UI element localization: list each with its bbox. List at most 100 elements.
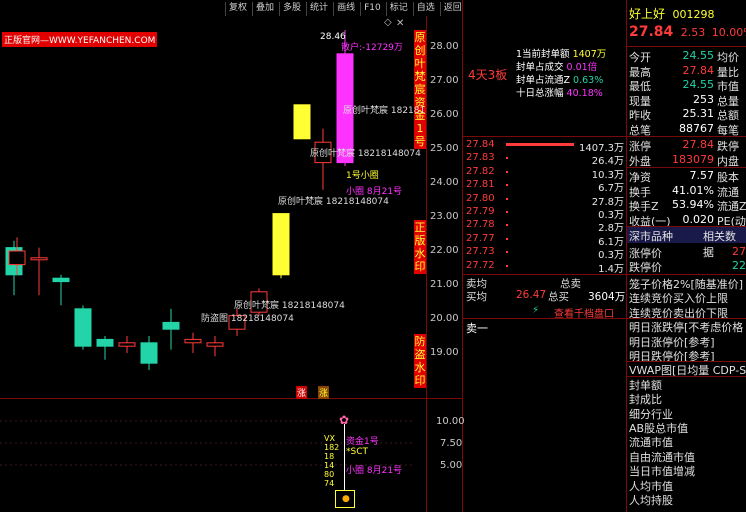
sell-divider [462,318,627,319]
toolbar-fanhui-button[interactable]: 返回 [439,2,465,16]
info-row: 1当前封单额 1407万 [516,49,607,60]
vol-tick: 10.00 [436,416,465,427]
candle-body [96,338,114,347]
price-tick: 21.00 [430,279,459,290]
orderbook-price: 27.73 [466,246,495,258]
quote-label: 换手 [629,185,651,198]
toolbar-tongji-button[interactable]: 统计 [306,2,331,16]
toolbar-fuquan-button[interactable]: 复权 [225,2,250,16]
quote-label: 内盘 [717,154,739,167]
price-pct: 10.00% [711,26,746,39]
candle-body [272,213,290,276]
extra-row-label: 明日涨跌停[不考虑价格 [629,321,744,334]
orderbook-bar [506,211,508,213]
candle-body [118,342,136,347]
candle-body [162,321,180,330]
quote-row: 换手 41.01% 流通 [627,184,746,198]
quote-row: 涨停 27.84 跌停 [627,138,746,152]
toolbar-huaxian-button[interactable]: 画线 [333,2,358,16]
extra-row: 自由流通市值 [627,449,746,463]
quote-label: 最高 [629,65,651,78]
signal-box: ● [335,490,355,508]
quote-row: 现量 253 总量 [627,93,746,107]
extra-row: 明日跌停价[参考] [627,348,746,362]
extra-row: AB股总市值 [627,420,746,434]
quote-row: 最低 24.55 市值 [627,78,746,92]
orderbook-row[interactable]: 27.73 0.3万 [464,246,626,261]
toolbar-diejia-button[interactable]: 叠加 [252,2,277,16]
orderbook-top-divider [462,136,627,137]
signal-line [344,424,345,490]
toolbar-duogu-button[interactable]: 多股 [279,2,304,16]
watermark-text: 原创叶梵宸 18218148074 [278,197,389,207]
orderbook-row[interactable]: 27.82 10.3万 [464,165,626,181]
watermark-text: 防盗图 18218148074 [201,314,294,324]
quote-label: 股本 [717,171,739,183]
orderbook-row[interactable]: 27.78 2.8万 [464,219,626,234]
extra-row: VWAP图[日均量 CDP-ST [627,362,746,376]
orderbook-bottom-divider [462,274,627,275]
quote-divider [626,167,746,168]
extra-row: 人均持股 [627,492,746,506]
extra-row: 笼子价格2%[随基准价] [627,276,746,290]
orderbook-row[interactable]: 27.72 1.4万 [464,260,626,275]
chart-volume-divider [0,398,462,399]
orderbook-bar [506,197,508,200]
quote-label: 外盘 [629,154,651,167]
extra-row: 人均市值 [627,478,746,492]
quote-value: 7.57 [689,169,715,182]
price-tick: 28.00 [430,41,459,52]
quote-label: 跌停 [717,140,739,152]
watermark-text: 原创叶梵宸 182181 [343,106,426,116]
orderbook-volume: 1.4万 [598,263,624,275]
orderbook-bar [506,157,508,160]
quote-label: 收益(一) [629,214,671,227]
extra-row-label: 人均持股 [629,494,673,506]
toolbar-zixuan-button[interactable]: 自选 [412,2,438,16]
orderbook-row[interactable]: 27.80 27.8万 [464,193,626,208]
candle-body [184,338,202,344]
orderbook-row[interactable]: 27.79 0.3万 [464,206,626,221]
orderbook-bar [506,264,508,267]
price-tick: 19.00 [430,347,459,358]
quote-row: 外盘 183079 内盘 [627,153,746,167]
market-tab-left[interactable]: 深市品种 [629,228,673,244]
candlestick-chart [5,30,354,370]
orderbook-price: 27.82 [466,165,495,177]
toolbar-f10-button[interactable]: F10 [360,2,384,16]
quote-value: 53.94% [672,198,714,212]
quote-label: PE(动) [717,214,746,227]
quote-label: 今开 [629,51,651,63]
xiaoquan1-label: 1号小圈 [346,171,379,181]
quote-value: 27.84 [682,63,715,77]
candle-body [8,250,26,266]
extra-row: 流通市值 [627,434,746,448]
quote-value: 0.020 [682,212,715,226]
vol-tick: 5.00 [440,460,463,471]
extra-row: 细分行业 [627,406,746,420]
extra-row: 连续竞价买入价上限 [627,290,746,304]
quote-value: 88767 [679,122,714,135]
orderbook-row[interactable]: 27.81 6.7万 [464,179,626,194]
extra-row-label: 自由流通市值 [629,450,695,463]
sct-label: *SCT [346,447,368,457]
extra-row-label: 人均市值 [629,479,673,492]
info-row: 封单占流通Z 0.63% [516,75,604,86]
signal-icon: ● [342,494,350,504]
zijin-label: 资金1号 [346,437,379,447]
orderbook-row[interactable]: 27.77 6.1万 [464,233,626,248]
quote-divider [626,274,746,275]
orderbook-row[interactable]: 27.84 1407.3万 [464,139,626,154]
orderbook-price: 27.83 [466,152,495,164]
extra-row-label: 流通市值 [629,436,673,449]
orderbook-row[interactable]: 27.83 26.4万 [464,152,626,167]
stock-header: 好上好 001298 [629,5,715,22]
last-price: 27.84 [629,24,674,40]
extra-row: 连续竞价卖出价下限 [627,305,746,319]
price-tick: 25.00 [430,143,459,154]
toolbar-biaoji-button[interactable]: 标记 [385,2,411,16]
quote-label: 总笔 [629,124,651,136]
chart-axis-divider [426,16,427,512]
quote-value: 183079 [672,152,714,166]
price-tick: 26.00 [430,109,459,120]
